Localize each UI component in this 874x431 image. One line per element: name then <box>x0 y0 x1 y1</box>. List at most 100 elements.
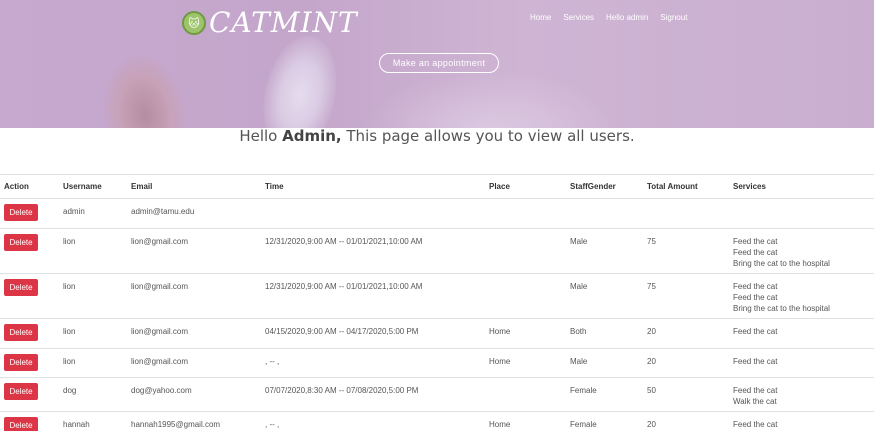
username-cell: admin <box>63 198 131 229</box>
email-cell: admin@tamu.edu <box>131 198 265 229</box>
amount-cell: 75 <box>647 273 733 319</box>
col-total-amount: Total Amount <box>647 174 733 199</box>
place-cell <box>489 377 570 412</box>
amount-cell: 20 <box>647 411 733 431</box>
gender-cell: Female <box>570 411 647 431</box>
top-nav: Home Services Hello admin Signout <box>530 13 699 22</box>
email-cell: lion@gmail.com <box>131 228 265 274</box>
place-cell <box>489 228 570 274</box>
services-cell: Feed the cat Walk the cat <box>733 377 874 412</box>
gender-cell: Both <box>570 318 647 349</box>
time-cell <box>265 198 489 229</box>
username-cell: lion <box>63 228 131 274</box>
col-place: Place <box>489 174 570 199</box>
table-row: Delete lion lion@gmail.com 12/31/2020,9:00 … <box>0 273 874 319</box>
delete-button[interactable]: Delete <box>4 279 38 296</box>
service-item: Feed the cat <box>733 327 778 336</box>
delete-button[interactable]: Delete <box>4 383 38 400</box>
table-row: Delete lion lion@gmail.com 12/31/2020,9:00 … <box>0 228 874 274</box>
hero-image-ear-right <box>253 29 347 128</box>
time-cell: 12/31/2020,9:00 AM -- 01/01/2021,10:00 A… <box>265 273 489 319</box>
services-cell: Feed the cat <box>733 318 874 349</box>
delete-button[interactable]: Delete <box>4 204 38 221</box>
action-cell: Delete <box>0 228 63 274</box>
service-item: Feed the cat <box>733 386 778 395</box>
heading-name: Admin, <box>282 127 342 145</box>
col-time: Time <box>265 174 489 199</box>
action-cell: Delete <box>0 411 63 431</box>
hero-image-ear-left <box>95 48 195 128</box>
services-cell: Feed the cat <box>733 348 874 378</box>
username-cell: lion <box>63 348 131 378</box>
col-email: Email <box>131 174 265 199</box>
action-cell: Delete <box>0 318 63 349</box>
gender-cell <box>570 198 647 229</box>
cat-logo-icon: 🐱 <box>182 11 206 35</box>
delete-button[interactable]: Delete <box>4 234 38 251</box>
email-cell: dog@yahoo.com <box>131 377 265 412</box>
gender-cell: Female <box>570 377 647 412</box>
service-item: Feed the cat <box>733 420 778 429</box>
service-item: Feed the cat <box>733 357 778 366</box>
time-cell: 07/07/2020,8:30 AM -- 07/08/2020,5:00 PM <box>265 377 489 412</box>
make-appointment-button[interactable]: Make an appointment <box>379 53 499 73</box>
email-cell: lion@gmail.com <box>131 273 265 319</box>
service-item: Walk the cat <box>733 397 777 406</box>
amount-cell: 20 <box>647 348 733 378</box>
amount-cell: 20 <box>647 318 733 349</box>
username-cell: lion <box>63 318 131 349</box>
users-table: Action Username Email Time Place StaffGe… <box>0 174 874 431</box>
place-cell: Home <box>489 411 570 431</box>
service-item: Feed the cat <box>733 282 778 291</box>
heading-suffix: This page allows you to view all users. <box>341 127 635 145</box>
delete-button[interactable]: Delete <box>4 324 38 341</box>
table-row: Delete admin admin@tamu.edu <box>0 198 874 229</box>
heading-prefix: Hello <box>239 127 283 145</box>
amount-cell: 75 <box>647 228 733 274</box>
delete-button[interactable]: Delete <box>4 417 38 431</box>
page-title: Hello Admin, This page allows you to vie… <box>0 127 874 145</box>
table-row: Delete hannah hannah1995@gmail.com, -- , Ho… <box>0 411 874 431</box>
services-cell: Feed the cat Feed the cat Bring the cat to… <box>733 228 874 274</box>
time-cell: 12/31/2020,9:00 AM -- 01/01/2021,10:00 A… <box>265 228 489 274</box>
service-item: Bring the cat to the hospital <box>733 259 830 268</box>
col-staff-gender: StaffGender <box>570 174 647 199</box>
hero-banner: 🐱 CATMINT Home Services Hello admin Sign… <box>0 0 874 128</box>
time-cell: , -- , <box>265 348 489 378</box>
time-cell: 04/15/2020,9:00 AM -- 04/17/2020,5:00 PM <box>265 318 489 349</box>
place-cell: Home <box>489 318 570 349</box>
table-row: Delete lion lion@gmail.com 04/15/2020,9:00 … <box>0 318 874 349</box>
username-cell: hannah <box>63 411 131 431</box>
table-row: Delete lion lion@gmail.com, -- , Home Male 20… <box>0 348 874 378</box>
gender-cell: Male <box>570 228 647 274</box>
gender-cell: Male <box>570 273 647 319</box>
nav-signout[interactable]: Signout <box>660 13 687 22</box>
delete-button[interactable]: Delete <box>4 354 38 371</box>
nav-hello-admin[interactable]: Hello admin <box>606 13 648 22</box>
place-cell <box>489 273 570 319</box>
action-cell: Delete <box>0 198 63 229</box>
email-cell: hannah1995@gmail.com <box>131 411 265 431</box>
hero-image-blur <box>360 70 620 128</box>
amount-cell: 50 <box>647 377 733 412</box>
action-cell: Delete <box>0 377 63 412</box>
gender-cell: Male <box>570 348 647 378</box>
col-action: Action <box>0 174 63 199</box>
email-cell: lion@gmail.com <box>131 318 265 349</box>
username-cell: dog <box>63 377 131 412</box>
table-row: Delete dog dog@yahoo.com 07/07/2020,8:30 AM… <box>0 377 874 412</box>
services-cell <box>733 198 874 229</box>
service-item: Bring the cat to the hospital <box>733 304 830 313</box>
service-item: Feed the cat <box>733 248 778 257</box>
table-header-row: Action Username Email Time Place StaffGe… <box>0 174 874 199</box>
brand-name: CATMINT <box>209 6 358 39</box>
service-item: Feed the cat <box>733 293 778 302</box>
service-item: Feed the cat <box>733 237 778 246</box>
nav-home[interactable]: Home <box>530 13 551 22</box>
place-cell: Home <box>489 348 570 378</box>
brand-logo[interactable]: 🐱 CATMINT <box>182 9 358 37</box>
services-cell: Feed the cat Feed the cat Bring the cat to… <box>733 273 874 319</box>
action-cell: Delete <box>0 273 63 319</box>
nav-services[interactable]: Services <box>563 13 594 22</box>
username-cell: lion <box>63 273 131 319</box>
